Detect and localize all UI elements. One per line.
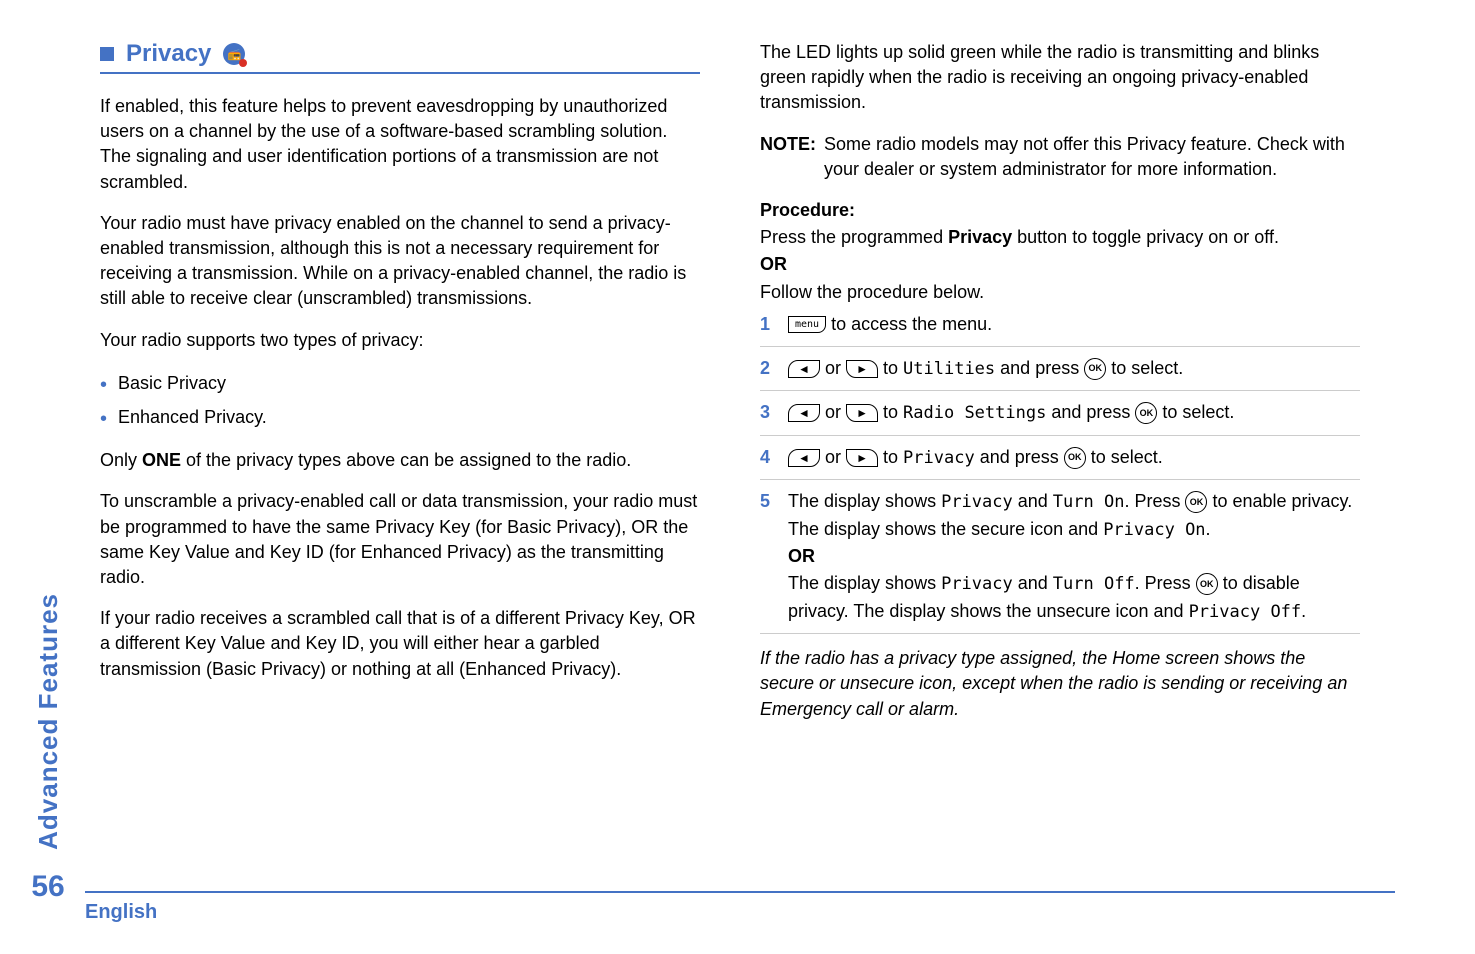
section-title: Privacy bbox=[126, 40, 211, 68]
menu-button-icon: menu bbox=[788, 316, 826, 333]
procedure-intro: Press the programmed Privacy button to t… bbox=[760, 225, 1360, 250]
info-icon: 📻 bbox=[223, 43, 245, 65]
left-arrow-icon: ◄ bbox=[788, 360, 820, 378]
procedure-list: menu to access the menu. ◄ or ► to Utili… bbox=[760, 311, 1360, 635]
ok-button-icon: OK bbox=[1185, 491, 1207, 513]
bullet-square-icon bbox=[100, 47, 114, 61]
ok-button-icon: OK bbox=[1064, 447, 1086, 469]
paragraph: If your radio receives a scrambled call … bbox=[100, 606, 700, 682]
language-label: English bbox=[85, 901, 157, 923]
left-column: Privacy 📻 If enabled, this feature helps… bbox=[100, 40, 700, 738]
ok-button-icon: OK bbox=[1196, 573, 1218, 595]
ok-button-icon: OK bbox=[1084, 358, 1106, 380]
step: The display shows Privacy and Turn On. P… bbox=[760, 488, 1360, 634]
right-arrow-icon: ► bbox=[846, 404, 878, 422]
left-arrow-icon: ◄ bbox=[788, 404, 820, 422]
paragraph: The LED lights up solid green while the … bbox=[760, 40, 1360, 116]
paragraph: Your radio must have privacy enabled on … bbox=[100, 211, 700, 312]
step: ◄ or ► to Utilities and press OK to sele… bbox=[760, 355, 1360, 392]
follow-text: Follow the procedure below. bbox=[760, 280, 1360, 305]
main-content: Privacy 📻 If enabled, this feature helps… bbox=[80, 40, 1395, 738]
section-heading: Privacy 📻 bbox=[100, 40, 700, 74]
right-column: The LED lights up solid green while the … bbox=[760, 40, 1360, 738]
section-label: Advanced Features bbox=[33, 593, 64, 850]
right-arrow-icon: ► bbox=[846, 449, 878, 467]
ok-button-icon: OK bbox=[1135, 402, 1157, 424]
page-footer: English bbox=[85, 891, 1395, 924]
or-label: OR bbox=[760, 252, 1360, 277]
page-number: 56 bbox=[31, 870, 64, 904]
note-label: NOTE: bbox=[760, 132, 816, 182]
procedure-label: Procedure: bbox=[760, 198, 1360, 223]
step: ◄ or ► to Privacy and press OK to select… bbox=[760, 444, 1360, 481]
left-arrow-icon: ◄ bbox=[788, 449, 820, 467]
right-arrow-icon: ► bbox=[846, 360, 878, 378]
note-body: Some radio models may not offer this Pri… bbox=[824, 132, 1360, 182]
list-item: Enhanced Privacy. bbox=[100, 403, 700, 432]
sidebar: Advanced Features 56 bbox=[18, 0, 78, 954]
list-item: Basic Privacy bbox=[100, 369, 700, 398]
paragraph: To unscramble a privacy-enabled call or … bbox=[100, 489, 700, 590]
footer-note: If the radio has a privacy type assigned… bbox=[760, 646, 1360, 722]
paragraph: Your radio supports two types of privacy… bbox=[100, 328, 700, 353]
note: NOTE: Some radio models may not offer th… bbox=[760, 132, 1360, 182]
paragraph: Only ONE of the privacy types above can … bbox=[100, 448, 700, 473]
bullet-list: Basic Privacy Enhanced Privacy. bbox=[100, 369, 700, 433]
step: menu to access the menu. bbox=[760, 311, 1360, 347]
step: ◄ or ► to Radio Settings and press OK to… bbox=[760, 399, 1360, 436]
paragraph: If enabled, this feature helps to preven… bbox=[100, 94, 700, 195]
